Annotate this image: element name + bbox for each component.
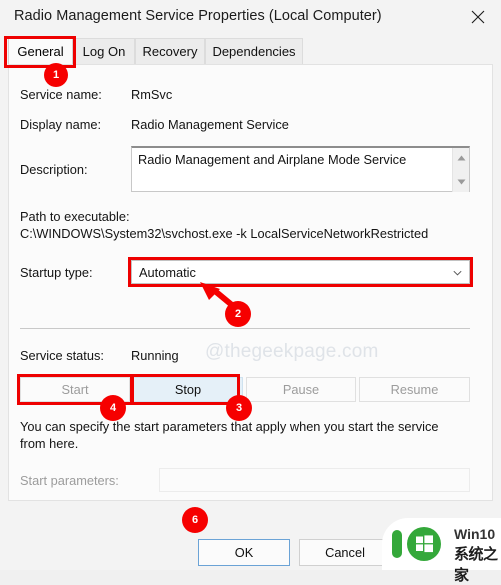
service-name-value: RmSvc <box>131 87 173 102</box>
tab-recovery-label: Recovery <box>142 44 198 59</box>
tab-dependencies-label: Dependencies <box>212 44 296 59</box>
tab-log-on[interactable]: Log On <box>73 38 135 64</box>
cancel-button-label: Cancel <box>325 545 365 560</box>
site-logo: Win10 系统之家 <box>382 518 501 584</box>
logo-line1: Win10 <box>454 526 496 542</box>
resume-button-label: Resume <box>390 382 439 397</box>
service-status-value: Running <box>131 348 179 363</box>
start-parameters-hint-line2: from here. <box>20 436 79 451</box>
tab-log-on-label: Log On <box>82 44 126 59</box>
annotation-badge-6: 6 <box>182 507 208 533</box>
description-value: Radio Management and Airplane Mode Servi… <box>138 152 407 167</box>
annotation-box-startup-type <box>128 257 473 287</box>
section-divider <box>20 328 470 329</box>
title-bar: Radio Management Service Properties (Loc… <box>0 0 501 35</box>
resume-button[interactable]: Resume <box>359 377 470 402</box>
service-name-label: Service name: <box>20 87 102 102</box>
close-icon[interactable] <box>455 0 501 34</box>
watermark-text: @thegeekpage.com <box>205 341 379 362</box>
tab-dependencies[interactable]: Dependencies <box>205 38 303 64</box>
pause-button[interactable]: Pause <box>246 377 356 402</box>
description-label: Description: <box>20 162 88 177</box>
description-scrollbar[interactable] <box>452 148 469 192</box>
scroll-down-icon[interactable] <box>453 174 470 190</box>
display-name-label: Display name: <box>20 117 102 132</box>
service-properties-dialog: Radio Management Service Properties (Loc… <box>0 0 501 584</box>
annotation-badge-3: 3 <box>226 395 252 421</box>
annotation-box-general-tab <box>4 36 76 68</box>
annotation-badge-2: 2 <box>225 301 251 327</box>
logo-line2: 系统之家 <box>454 545 498 584</box>
service-status-label: Service status: <box>20 348 104 363</box>
cancel-button[interactable]: Cancel <box>299 539 391 566</box>
ok-button-label: OK <box>234 545 254 560</box>
pause-button-label: Pause <box>282 382 320 397</box>
start-parameters-input[interactable] <box>159 468 470 492</box>
annotation-badge-4: 4 <box>100 395 126 421</box>
annotation-box-stop-button <box>131 374 240 405</box>
ok-button[interactable]: OK <box>198 539 290 566</box>
startup-type-label: Startup type: <box>20 265 93 280</box>
display-name-value: Radio Management Service <box>131 117 289 132</box>
window-title: Radio Management Service Properties (Loc… <box>14 8 382 24</box>
start-parameters-label: Start parameters: <box>20 473 119 488</box>
path-to-executable-value: C:\WINDOWS\System32\svchost.exe -k Local… <box>20 226 429 241</box>
annotation-badge-1: 1 <box>44 63 68 87</box>
description-textarea[interactable]: Radio Management and Airplane Mode Servi… <box>131 146 470 192</box>
scroll-up-icon[interactable] <box>453 150 470 166</box>
win10-logo-icon <box>392 527 441 561</box>
tab-recovery[interactable]: Recovery <box>135 38 205 64</box>
path-to-executable-label: Path to executable: <box>20 209 130 224</box>
start-parameters-hint-line1: You can specify the start parameters tha… <box>20 419 439 434</box>
